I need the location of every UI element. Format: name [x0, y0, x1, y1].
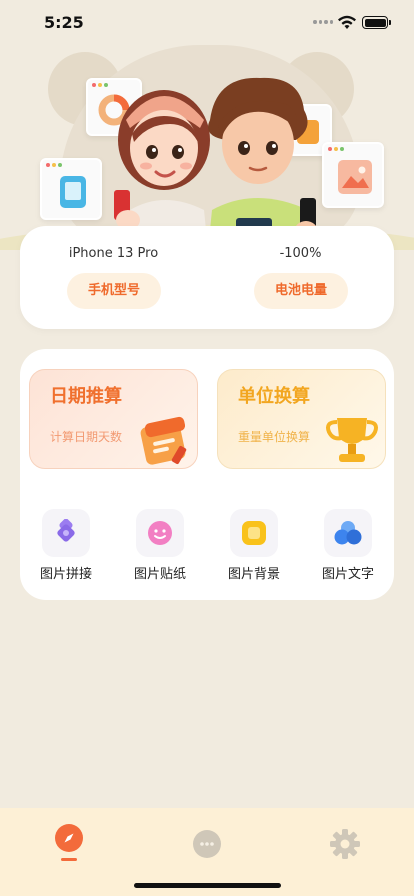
- tab-messages[interactable]: [177, 816, 237, 866]
- model-value: iPhone 13 Pro: [68, 246, 159, 261]
- tab-settings[interactable]: [315, 816, 375, 866]
- phone-card-icon: [40, 158, 102, 220]
- trophy-icon: [326, 418, 378, 462]
- unit-conversion-title: 单位换算: [238, 386, 310, 407]
- puzzle-icon: [42, 509, 90, 557]
- calendar-icon: [140, 416, 187, 465]
- status-bar: 5:25: [0, 0, 414, 46]
- tool-image-background-label: 图片背景: [227, 567, 280, 582]
- bottom-tab-bar: [0, 808, 414, 896]
- battery-pill-button[interactable]: 电池电量: [254, 273, 348, 309]
- background-square-icon: [230, 509, 278, 557]
- hero-illustration: [0, 40, 414, 250]
- battery-info: -100% 电池电量: [207, 226, 394, 329]
- date-calculation-subtitle: 计算日期天数: [50, 430, 123, 444]
- signal-dots-icon: [313, 20, 333, 26]
- boy-character-illustration: [208, 77, 318, 250]
- date-calculation-title: 日期推算: [50, 386, 122, 407]
- tool-image-text[interactable]: 图片文字: [308, 509, 388, 589]
- wifi-icon: [338, 15, 356, 29]
- tab-home[interactable]: [39, 816, 99, 866]
- chat-icon: [193, 830, 221, 858]
- tool-image-stitch-label: 图片拼接: [39, 567, 92, 582]
- picture-card-icon: [322, 142, 384, 208]
- tool-image-sticker[interactable]: 图片贴纸: [120, 509, 200, 589]
- device-info-card: iPhone 13 Pro 手机型号 -100% 电池电量: [20, 226, 394, 329]
- model-info: iPhone 13 Pro 手机型号: [20, 226, 207, 329]
- sticker-smile-icon: [136, 509, 184, 557]
- tools-card: 日期推算 计算日期天数 单位换算 重量单位换算 图片拼接 图片贴纸 图片背景 图…: [20, 349, 394, 600]
- date-calculation-tile[interactable]: 日期推算 计算日期天数: [29, 369, 198, 469]
- home-indicator: [134, 883, 281, 888]
- battery-value: -100%: [279, 246, 322, 261]
- active-tab-indicator: [61, 858, 77, 861]
- tool-image-background[interactable]: 图片背景: [214, 509, 294, 589]
- status-time: 5:25: [44, 13, 84, 32]
- text-bubbles-icon: [324, 509, 372, 557]
- tool-image-sticker-label: 图片贴纸: [133, 567, 186, 582]
- battery-icon: [362, 16, 391, 29]
- compass-icon: [55, 824, 83, 852]
- tool-image-text-label: 图片文字: [321, 567, 374, 582]
- unit-conversion-tile[interactable]: 单位换算 重量单位换算: [217, 369, 386, 469]
- tool-image-stitch[interactable]: 图片拼接: [26, 509, 106, 589]
- model-pill-button[interactable]: 手机型号: [67, 273, 161, 309]
- unit-conversion-subtitle: 重量单位换算: [238, 430, 311, 444]
- gear-icon: [330, 829, 360, 859]
